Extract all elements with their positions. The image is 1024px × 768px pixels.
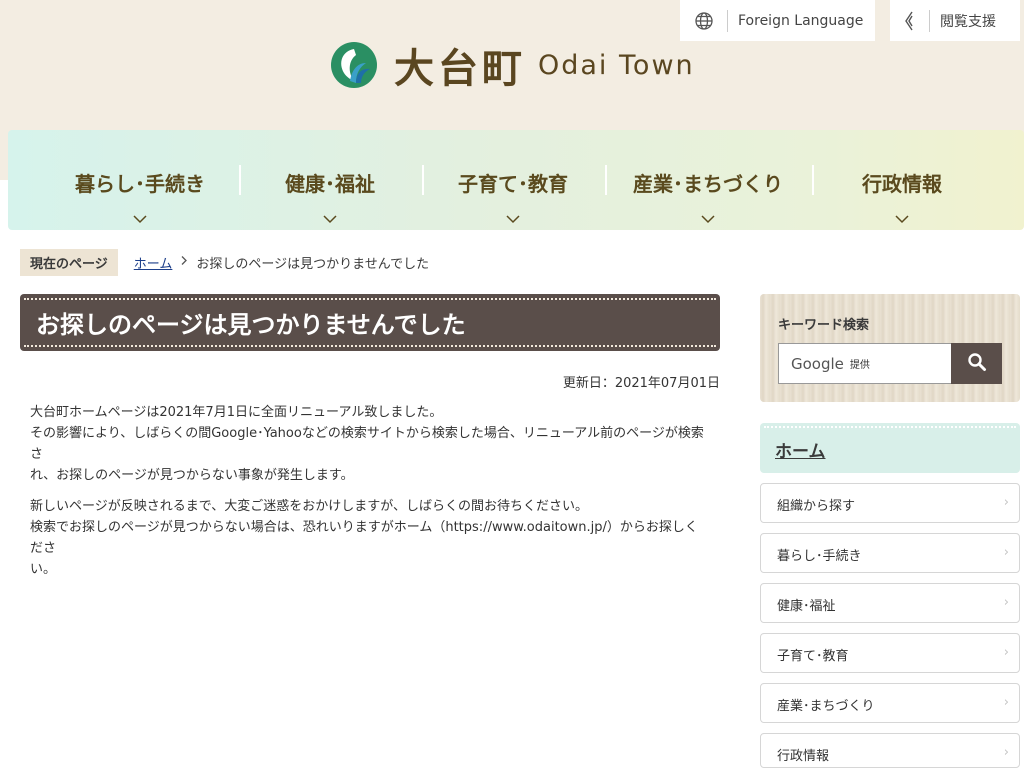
text-line: 新しいページが反映されるまで、大変ご迷惑をおかけしますが、しばらくの間お待ちくだ… <box>30 499 588 514</box>
main-content: 大台町ホームページは2021年7月1日に全面リニューアル致しました。 その影響に… <box>30 402 710 590</box>
sidebar-link-living[interactable]: 暮らし･手続き › <box>760 533 1020 573</box>
globe-icon <box>680 9 728 32</box>
paragraph: 大台町ホームページは2021年7月1日に全面リニューアル致しました。 その影響に… <box>30 402 710 486</box>
chevron-down-icon <box>438 205 588 229</box>
accessibility-label: 閲覧支援 <box>940 13 996 30</box>
chevron-right-icon: › <box>1003 545 1009 560</box>
page-title: お探しのページは見つかりませんでした <box>20 294 720 351</box>
breadcrumb-page: お探しのページは見つかりませんでした <box>196 256 430 272</box>
foreign-language-label: Foreign Language <box>738 12 864 29</box>
chevron-right-icon: › <box>1003 745 1009 760</box>
town-emblem-icon <box>331 42 377 88</box>
sidebar-link-industry[interactable]: 産業･まちづくり › <box>760 683 1020 723</box>
nav-separator <box>239 165 241 195</box>
accessibility-icon <box>890 9 930 32</box>
nav-label: 産業･まちづくり <box>633 172 783 196</box>
chevron-down-icon <box>60 205 220 229</box>
paragraph: 新しいページが反映されるまで、大変ご迷惑をおかけしますが、しばらくの間お待ちくだ… <box>30 496 710 580</box>
breadcrumb-home-link[interactable]: ホーム <box>134 253 173 272</box>
chevron-right-icon: › <box>1003 645 1009 660</box>
text-line: 検索でお探しのページが見つからない場合は、恐れいりますがホーム（https://… <box>30 520 698 556</box>
text-line: れ、お探しのページが見つからない事象が発生します。 <box>30 468 354 483</box>
nav-item-living[interactable]: 暮らし･手続き <box>60 130 220 230</box>
search-input[interactable]: Google 提供 <box>778 343 952 384</box>
sidebar-link-label: 産業･まちづくり <box>777 699 875 714</box>
chevron-down-icon <box>832 205 972 229</box>
sidebar-link-label: 組織から探す <box>777 499 856 514</box>
sidebar-link-childcare[interactable]: 子育て･教育 › <box>760 633 1020 673</box>
sidebar-link-label: 暮らし･手続き <box>777 549 862 564</box>
nav-item-health[interactable]: 健康･福祉 <box>260 130 400 230</box>
chevron-right-icon: › <box>1003 495 1009 510</box>
nav-separator <box>812 165 814 195</box>
nav-label: 健康･福祉 <box>285 172 375 196</box>
chevron-right-icon <box>180 255 188 270</box>
google-brand: Google <box>791 354 844 373</box>
logo-text-en: Odai Town <box>538 49 695 81</box>
sidebar-home-link[interactable]: ホーム <box>760 423 1020 473</box>
search-button[interactable] <box>951 343 1002 384</box>
sidebar-link-label: 子育て･教育 <box>777 649 849 664</box>
nav-label: 暮らし･手続き <box>75 172 205 196</box>
sidebar-link-organization[interactable]: 組織から探す › <box>760 483 1020 523</box>
breadcrumb: 現在のページ ホーム お探しのページは見つかりませんでした <box>20 248 430 276</box>
nav-separator <box>422 165 424 195</box>
sidebar-link-administration[interactable]: 行政情報 › <box>760 733 1020 768</box>
nav-label: 子育て･教育 <box>458 172 568 196</box>
foreign-language-button[interactable]: Foreign Language <box>680 0 875 41</box>
chevron-down-icon <box>260 205 400 229</box>
chevron-down-icon <box>618 205 798 229</box>
text-line: 大台町ホームページは2021年7月1日に全面リニューアル致しました。 <box>30 405 443 420</box>
keyword-search-panel: キーワード検索 Google 提供 <box>760 294 1020 402</box>
breadcrumb-current-label: 現在のページ <box>20 248 118 276</box>
sidebar-link-health[interactable]: 健康･福祉 › <box>760 583 1020 623</box>
nav-item-childcare[interactable]: 子育て･教育 <box>438 130 588 230</box>
keyword-search-label: キーワード検索 <box>778 318 870 333</box>
chevron-right-icon: › <box>1003 695 1009 710</box>
sidebar-link-label: 行政情報 <box>777 749 830 764</box>
nav-separator <box>605 165 607 195</box>
nav-label: 行政情報 <box>862 172 942 196</box>
chevron-right-icon: › <box>1003 595 1009 610</box>
nav-item-administration[interactable]: 行政情報 <box>832 130 972 230</box>
site-logo[interactable]: 大台町 Odai Town <box>330 40 695 92</box>
updated-date: 更新日：2021年07月01日 <box>562 376 720 391</box>
search-provided-label: 提供 <box>849 360 870 371</box>
search-icon <box>967 352 987 376</box>
text-line: その影響により、しばらくの間Google･Yahooなどの検索サイトから検索した… <box>30 426 704 462</box>
accessibility-button[interactable]: 閲覧支援 <box>890 0 1020 41</box>
global-nav: 暮らし･手続き 健康･福祉 子育て･教育 産業･まちづくり 行政情報 <box>8 130 1024 230</box>
sidebar-link-label: 健康･福祉 <box>777 599 836 614</box>
logo-text-jp: 大台町 <box>394 46 526 92</box>
nav-item-industry[interactable]: 産業･まちづくり <box>618 130 798 230</box>
text-line: い。 <box>30 562 57 577</box>
sidebar-home-label: ホーム <box>775 442 826 462</box>
